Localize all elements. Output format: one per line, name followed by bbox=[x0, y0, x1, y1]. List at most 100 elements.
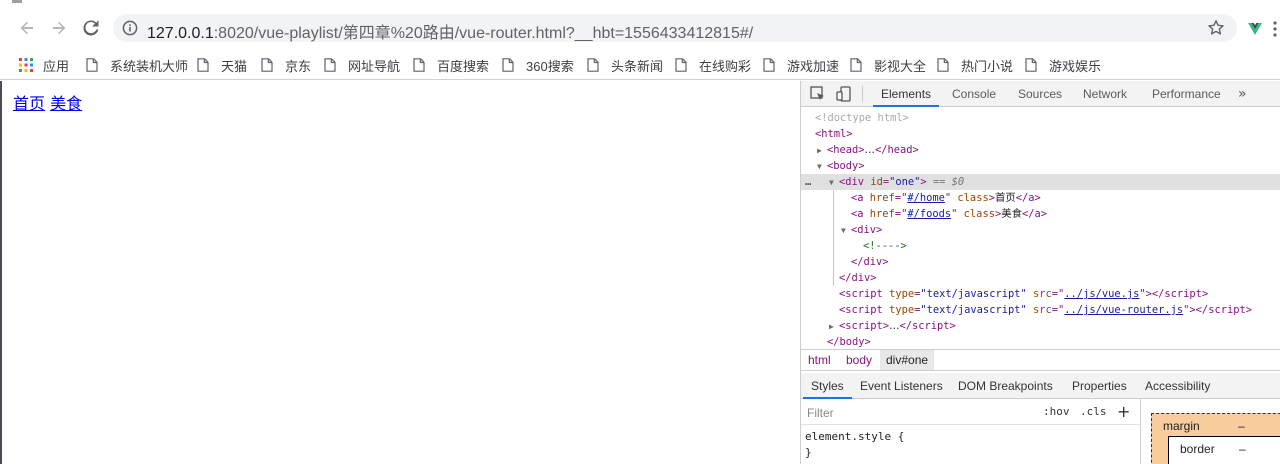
dom-node-script-vue[interactable]: <script type="text/javascript" src="../j… bbox=[801, 286, 1280, 302]
dom-node-script-router[interactable]: <script type="text/javascript" src="../j… bbox=[801, 302, 1280, 318]
breadcrumb: html body div#one bbox=[801, 349, 1280, 371]
collapse-triangle-icon[interactable]: ▼ bbox=[841, 223, 851, 239]
src-attr: src bbox=[1033, 288, 1052, 300]
tab-event-listeners[interactable]: Event Listeners bbox=[860, 373, 943, 399]
device-toolbar-icon[interactable] bbox=[835, 85, 853, 103]
cls-toggle-button[interactable]: .cls bbox=[1080, 405, 1107, 418]
dom-node-doctype[interactable]: <!doctype html> bbox=[801, 110, 1280, 126]
vue-devtools-icon[interactable] bbox=[1247, 21, 1263, 37]
a-tag-name: a bbox=[857, 192, 864, 204]
link-foods[interactable]: 美食 bbox=[50, 94, 82, 113]
head-ellipsis: … bbox=[864, 144, 875, 156]
expand-triangle-icon[interactable]: ▶ bbox=[829, 319, 839, 335]
class-attr: class bbox=[963, 208, 995, 220]
bookmark-item[interactable]: 京东 bbox=[261, 50, 311, 80]
bookmark-item[interactable]: 游戏加速 bbox=[763, 50, 839, 80]
href-attr: href bbox=[869, 192, 895, 204]
tab-accessibility[interactable]: Accessibility bbox=[1145, 373, 1210, 399]
menu-dots-icon[interactable] bbox=[1272, 20, 1278, 38]
reload-button[interactable] bbox=[79, 16, 103, 40]
more-tabs-button[interactable]: » bbox=[1238, 81, 1247, 107]
box-model-margin[interactable]: margin – border – bbox=[1151, 413, 1280, 464]
breadcrumb-body[interactable]: body bbox=[840, 350, 878, 370]
src-value-router[interactable]: ../js/vue-router.js bbox=[1064, 304, 1183, 316]
page-viewport: 首页 美食 bbox=[0, 81, 800, 464]
tab-stub[interactable] bbox=[12, 0, 22, 3]
star-icon[interactable] bbox=[1207, 19, 1225, 37]
bookmark-item[interactable]: 系统装机大师 bbox=[86, 50, 188, 80]
bookmark-item[interactable]: 天猫 bbox=[197, 50, 247, 80]
dom-node-div-close[interactable]: </div> bbox=[801, 270, 1280, 286]
bookmark-item[interactable]: 网址导航 bbox=[324, 50, 400, 80]
margin-value[interactable]: – bbox=[1238, 419, 1245, 433]
breadcrumb-html[interactable]: html bbox=[802, 350, 837, 370]
page-icon bbox=[587, 58, 599, 72]
dom-node-body-close[interactable]: </body> bbox=[801, 334, 1280, 349]
tab-styles[interactable]: Styles bbox=[803, 373, 852, 399]
class-attr: class bbox=[957, 192, 989, 204]
hov-toggle-button[interactable]: :hov bbox=[1043, 405, 1070, 418]
script-ellipsis: … bbox=[889, 320, 900, 332]
node-actions-icon[interactable]: … bbox=[805, 174, 811, 190]
bookmark-apps[interactable]: 应用 bbox=[19, 50, 69, 80]
expand-triangle-icon[interactable]: ▶ bbox=[817, 143, 827, 159]
dom-node-a-home[interactable]: <a href="#/home" class>首页</a> bbox=[801, 190, 1280, 206]
bookmark-item[interactable]: 头条新闻 bbox=[587, 50, 663, 80]
styles-tabbar: Styles Event Listeners DOM Breakpoints P… bbox=[801, 373, 1280, 399]
dom-node-comment[interactable]: <!----> bbox=[801, 238, 1280, 254]
page-icon bbox=[86, 58, 98, 72]
dom-node-html[interactable]: <html> bbox=[801, 126, 1280, 142]
filter-input[interactable]: Filter bbox=[807, 406, 834, 420]
border-value[interactable]: – bbox=[1239, 442, 1246, 456]
tab-elements[interactable]: Elements bbox=[873, 81, 940, 107]
rule-close: } bbox=[805, 446, 812, 459]
html-open-tag: <html> bbox=[815, 128, 853, 140]
link-home[interactable]: 首页 bbox=[13, 94, 45, 113]
bookmark-item[interactable]: 热门小说 bbox=[937, 50, 1013, 80]
element-style-rule[interactable]: element.style { } bbox=[805, 429, 904, 461]
dom-node-a-foods[interactable]: <a href="#/foods" class>美食</a> bbox=[801, 206, 1280, 222]
tab-network[interactable]: Network bbox=[1083, 81, 1127, 107]
url-host: 127.0.0.1 bbox=[147, 25, 214, 42]
forward-button[interactable] bbox=[47, 16, 71, 40]
new-style-rule-button[interactable]: + bbox=[1117, 402, 1130, 421]
page-icon bbox=[675, 58, 687, 72]
bookmark-label: 游戏娱乐 bbox=[1049, 58, 1102, 74]
tab-dom-breakpoints[interactable]: DOM Breakpoints bbox=[958, 373, 1053, 399]
script-tag-name: script bbox=[845, 304, 883, 316]
bookmark-item[interactable]: 影视大全 bbox=[850, 50, 926, 80]
dom-node-script-inline[interactable]: ▶ <script>…</script> bbox=[801, 318, 1280, 334]
dom-node-inner-div-close[interactable]: </div> bbox=[801, 254, 1280, 270]
tab-sources[interactable]: Sources bbox=[1018, 81, 1062, 107]
address-bar[interactable]: 127.0.0.1:8020/vue-playlist/第四章%20路由/vue… bbox=[113, 14, 1237, 42]
href-value-home[interactable]: #/home bbox=[907, 192, 945, 204]
box-model-border[interactable]: border – bbox=[1168, 436, 1280, 464]
script-close-tag-name: script bbox=[1208, 304, 1246, 316]
bookmark-item[interactable]: 游戏娱乐 bbox=[1025, 50, 1101, 80]
dom-node-inner-div[interactable]: ▼ <div> bbox=[801, 222, 1280, 238]
inspect-element-icon[interactable] bbox=[809, 85, 827, 103]
tab-performance[interactable]: Performance bbox=[1152, 81, 1221, 107]
border-label: border bbox=[1180, 442, 1215, 456]
src-value-vue[interactable]: ../js/vue.js bbox=[1064, 288, 1139, 300]
bookmark-item[interactable]: 在线购彩 bbox=[675, 50, 751, 80]
tab-properties[interactable]: Properties bbox=[1072, 373, 1127, 399]
breadcrumb-div-one[interactable]: div#one bbox=[880, 350, 935, 370]
back-button[interactable] bbox=[15, 16, 39, 40]
bookmark-label: 系统装机大师 bbox=[110, 58, 189, 74]
body-close-tag: </body> bbox=[827, 336, 871, 348]
type-value: "text/javascript" bbox=[920, 288, 1027, 300]
href-value-foods[interactable]: #/foods bbox=[907, 208, 951, 220]
tab-console[interactable]: Console bbox=[952, 81, 996, 107]
url-text[interactable]: 127.0.0.1:8020/vue-playlist/第四章%20路由/vue… bbox=[147, 19, 753, 43]
bookmarks-bar: 应用 系统装机大师 天猫 京东 网址导航 百度搜索 360搜索 头条新闻 在线购… bbox=[0, 50, 1280, 80]
devtools-panel: Elements Console Sources Network Perform… bbox=[800, 81, 1280, 464]
dom-node-div-one[interactable]: … ▼ <div id="one"> == $0 bbox=[801, 174, 1280, 190]
info-icon[interactable] bbox=[122, 20, 138, 36]
bookmark-item[interactable]: 百度搜索 bbox=[413, 50, 489, 80]
collapse-triangle-icon[interactable]: ▼ bbox=[829, 175, 839, 191]
dom-node-body[interactable]: ▼ <body> bbox=[801, 158, 1280, 174]
collapse-triangle-icon[interactable]: ▼ bbox=[817, 159, 827, 175]
dom-node-head[interactable]: ▶ <head>…</head> bbox=[801, 142, 1280, 158]
bookmark-item[interactable]: 360搜索 bbox=[502, 50, 574, 80]
